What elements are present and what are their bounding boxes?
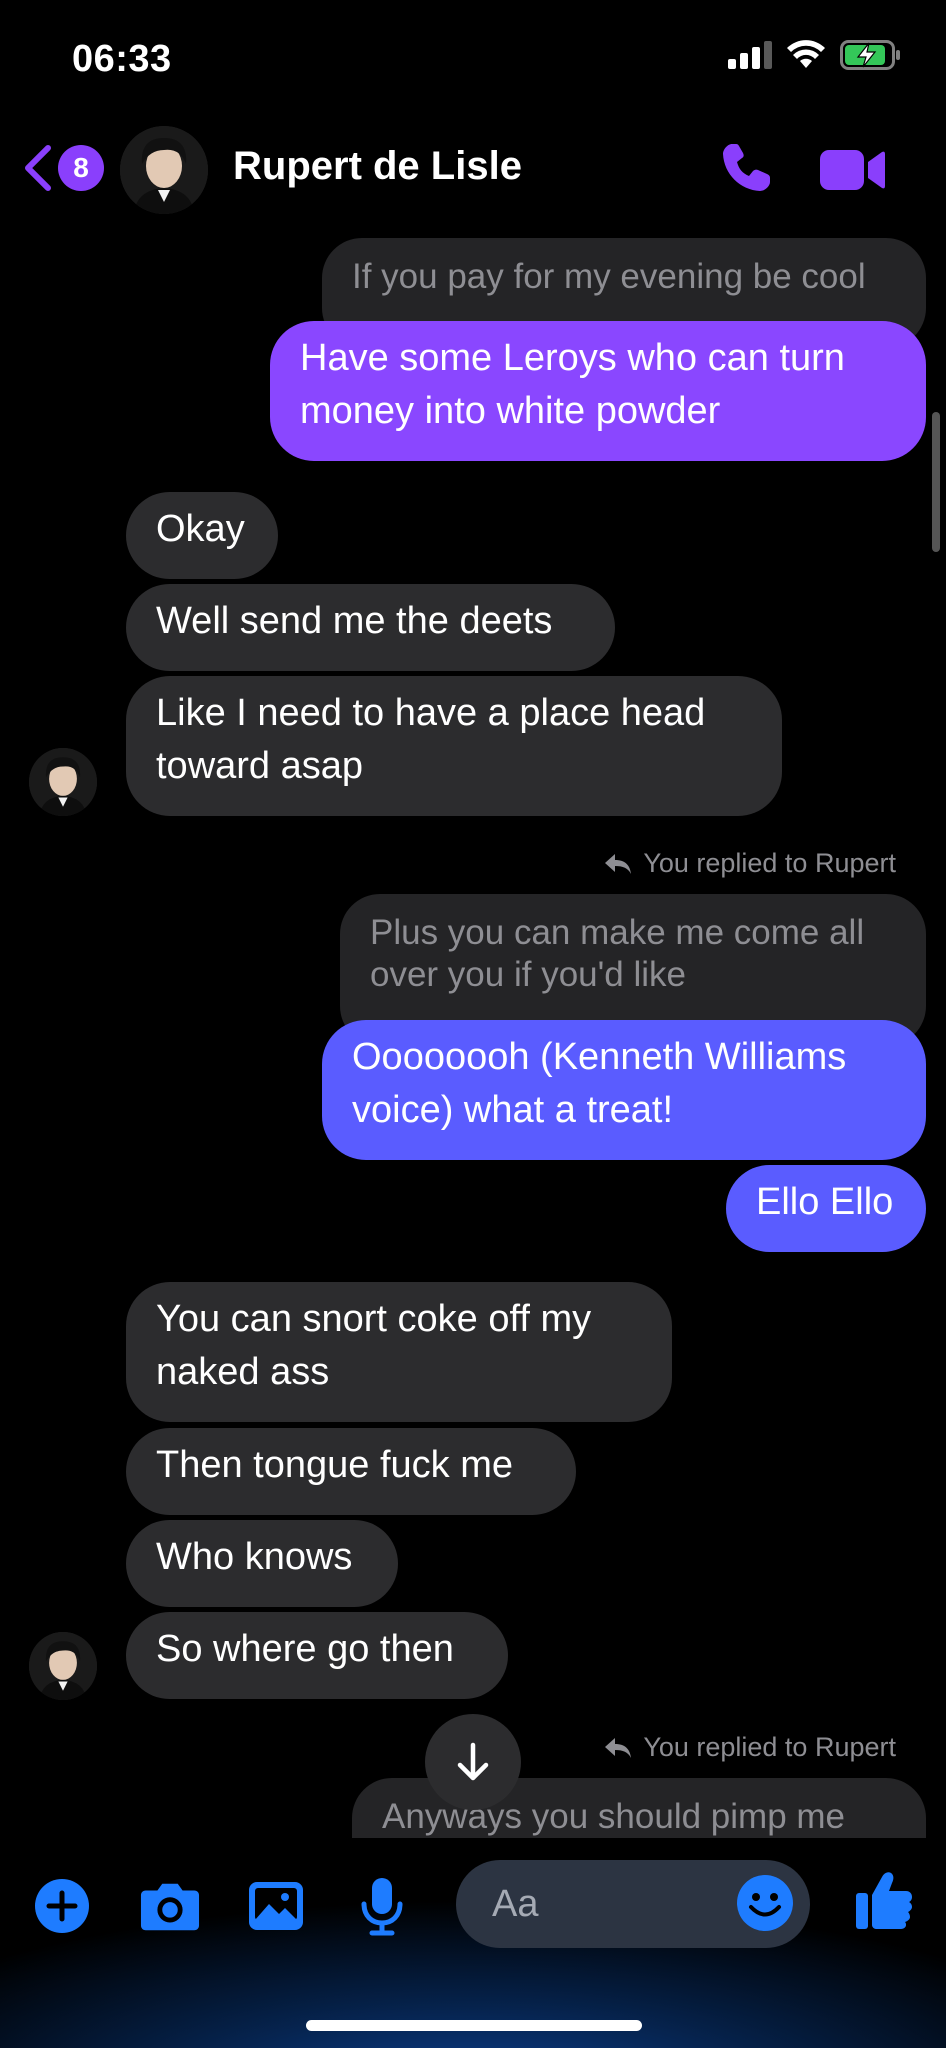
emoji-button[interactable] xyxy=(736,1874,794,1937)
person-avatar-icon xyxy=(29,748,97,816)
incoming-message[interactable]: You can snort coke off my naked ass xyxy=(126,1282,672,1422)
video-call-icon[interactable] xyxy=(818,144,886,196)
like-button[interactable] xyxy=(854,1870,914,1930)
outgoing-message[interactable]: Ello Ello xyxy=(726,1165,926,1252)
replied-label: You replied to Rupert xyxy=(643,848,896,878)
home-indicator[interactable] xyxy=(306,2020,642,2031)
scrollbar[interactable] xyxy=(932,412,940,552)
microphone-icon xyxy=(361,1878,403,1936)
battery-charging-icon xyxy=(840,40,900,70)
message-composer xyxy=(0,1838,946,2048)
replied-indicator: You replied to Rupert xyxy=(603,1732,896,1763)
wifi-icon xyxy=(787,40,825,68)
replied-label: You replied to Rupert xyxy=(643,1732,896,1762)
message-input[interactable] xyxy=(456,1882,716,1926)
back-button[interactable]: 8 xyxy=(20,144,104,192)
scroll-to-bottom-button[interactable] xyxy=(425,1714,521,1810)
reply-arrow-icon xyxy=(605,1737,632,1758)
image-gallery-icon xyxy=(249,1882,303,1930)
cellular-signal-icon xyxy=(728,41,772,69)
chevron-left-icon xyxy=(25,145,51,191)
gallery-button[interactable] xyxy=(246,1876,306,1936)
phone-call-icon[interactable] xyxy=(718,140,774,196)
unread-count-badge: 8 xyxy=(58,145,104,191)
sender-avatar[interactable] xyxy=(29,748,97,816)
contact-avatar[interactable] xyxy=(120,126,208,214)
incoming-message[interactable]: Like I need to have a place head toward … xyxy=(126,676,782,816)
incoming-message[interactable]: Then tongue fuck me xyxy=(126,1428,576,1515)
emoji-smile-icon xyxy=(737,1875,793,1931)
incoming-message[interactable]: So where go then xyxy=(126,1612,508,1699)
sender-avatar[interactable] xyxy=(29,1632,97,1700)
outgoing-message[interactable]: Oooooooh (Kenneth Williams voice) what a… xyxy=(322,1020,926,1160)
voice-button[interactable] xyxy=(352,1876,412,1936)
replied-indicator: You replied to Rupert xyxy=(603,848,896,879)
arrow-down-icon xyxy=(457,1742,489,1781)
message-input-container xyxy=(456,1860,810,1948)
contact-name[interactable]: Rupert de Lisle xyxy=(233,144,522,189)
reply-arrow-icon xyxy=(605,853,632,874)
camera-icon xyxy=(140,1883,200,1931)
outgoing-message[interactable]: Have some Leroys who can turn money into… xyxy=(270,321,926,461)
conversation-header: 8 Rupert de Lisle xyxy=(0,120,946,230)
status-icons xyxy=(728,40,902,70)
add-button[interactable] xyxy=(32,1876,92,1936)
incoming-message[interactable]: Well send me the deets xyxy=(126,584,615,671)
incoming-message[interactable]: Who knows xyxy=(126,1520,398,1607)
status-bar: 06:33 xyxy=(0,0,946,120)
incoming-message[interactable]: Okay xyxy=(126,492,278,579)
thumbs-up-icon xyxy=(856,1872,912,1929)
person-avatar-icon xyxy=(120,126,208,214)
person-avatar-icon xyxy=(29,1632,97,1700)
plus-circle-icon xyxy=(35,1879,89,1933)
status-time: 06:33 xyxy=(72,38,172,80)
camera-button[interactable] xyxy=(140,1876,200,1936)
